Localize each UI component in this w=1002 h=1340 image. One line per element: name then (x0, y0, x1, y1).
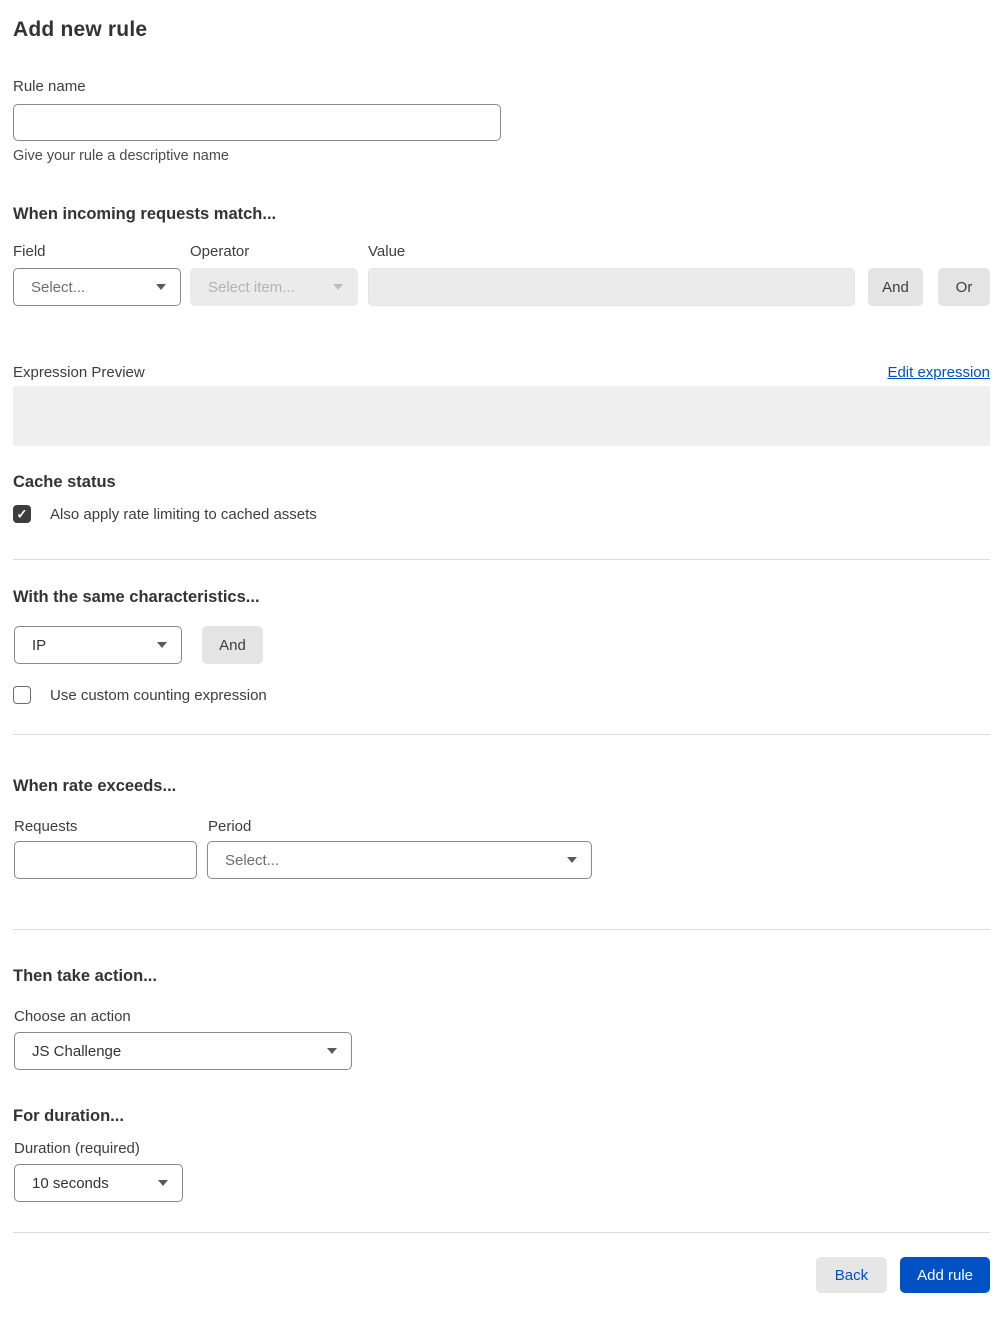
expression-preview-box (13, 386, 990, 446)
page-title: Add new rule (13, 18, 148, 41)
and-button[interactable]: And (868, 268, 923, 306)
duration-heading: For duration... (13, 1107, 124, 1125)
value-label: Value (368, 243, 406, 260)
characteristic-select[interactable]: IP (14, 626, 182, 664)
characteristic-select-value: IP (32, 636, 47, 654)
rule-name-input[interactable] (13, 104, 501, 141)
add-rule-button[interactable]: Add rule (900, 1257, 990, 1293)
characteristics-heading: With the same characteristics... (13, 588, 260, 606)
requests-label: Requests (14, 818, 78, 835)
chevron-down-icon (567, 857, 577, 863)
custom-counting-checkbox[interactable] (13, 686, 31, 704)
operator-select-value: Select item... (208, 278, 295, 296)
field-label: Field (13, 243, 46, 260)
characteristics-and-button[interactable]: And (202, 626, 263, 664)
action-heading: Then take action... (13, 967, 157, 985)
edit-expression-link[interactable]: Edit expression (887, 364, 990, 381)
or-button[interactable]: Or (938, 268, 990, 306)
rule-name-label: Rule name (13, 78, 86, 95)
action-select-value: JS Challenge (32, 1042, 122, 1060)
match-section-heading: When incoming requests match... (13, 205, 277, 223)
field-select-value: Select... (31, 278, 86, 296)
chevron-down-icon (327, 1048, 337, 1054)
cached-assets-checkbox-label: Also apply rate limiting to cached asset… (50, 505, 317, 523)
check-icon: ✓ (16, 506, 28, 521)
value-input[interactable] (368, 268, 855, 306)
duration-select-value: 10 seconds (32, 1174, 109, 1192)
requests-input[interactable] (14, 841, 197, 879)
custom-counting-checkbox-label: Use custom counting expression (50, 686, 267, 704)
cache-status-heading: Cache status (13, 473, 116, 491)
expression-preview-label: Expression Preview (13, 364, 145, 381)
chevron-down-icon (157, 642, 167, 648)
duration-select[interactable]: 10 seconds (14, 1164, 183, 1202)
period-select[interactable]: Select... (207, 841, 592, 879)
chevron-down-icon (158, 1180, 168, 1186)
cached-assets-checkbox[interactable]: ✓ (13, 505, 31, 523)
rule-name-helper: Give your rule a descriptive name (13, 148, 229, 164)
add-rule-form: Add new rule Rule name Give your rule a … (0, 0, 1002, 1293)
operator-label: Operator (190, 243, 250, 260)
operator-select[interactable]: Select item... (190, 268, 358, 306)
rate-heading: When rate exceeds... (13, 777, 177, 795)
duration-label: Duration (required) (14, 1140, 140, 1157)
field-select[interactable]: Select... (13, 268, 181, 306)
period-label: Period (208, 818, 252, 835)
back-button[interactable]: Back (815, 1257, 888, 1293)
period-select-value: Select... (225, 851, 280, 869)
choose-action-label: Choose an action (14, 1008, 131, 1025)
chevron-down-icon (333, 284, 343, 290)
chevron-down-icon (156, 284, 166, 290)
action-select[interactable]: JS Challenge (14, 1032, 352, 1070)
